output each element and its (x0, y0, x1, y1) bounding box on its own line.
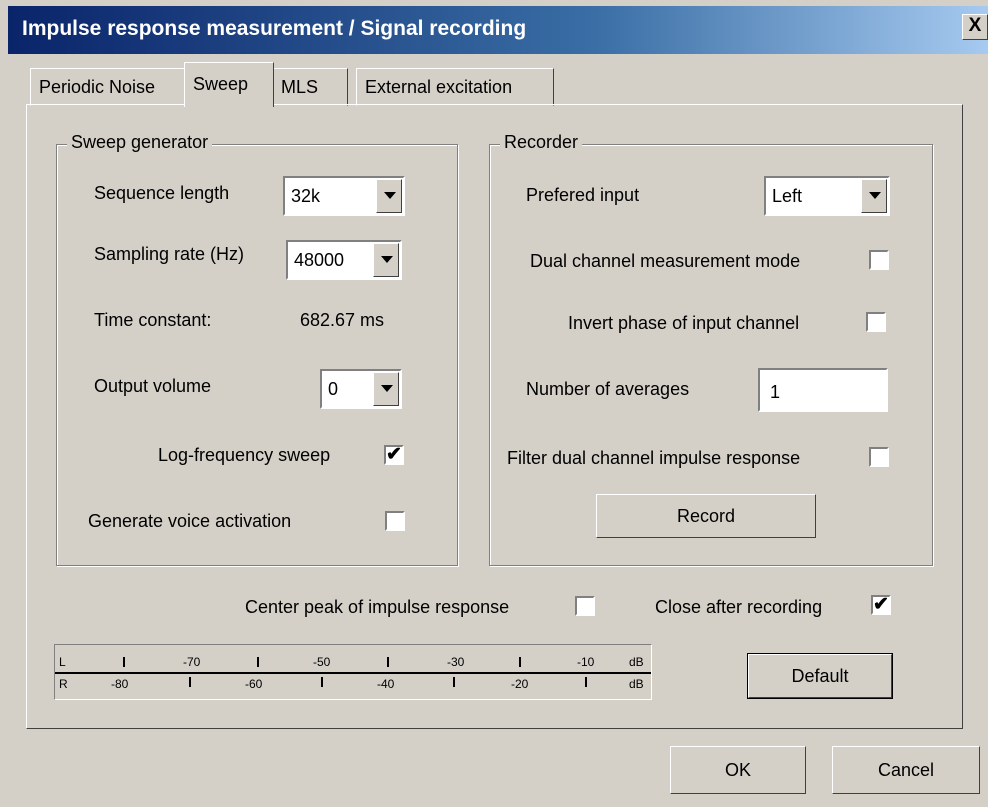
meter-tick (387, 657, 389, 667)
dialog-window: Impulse response measurement / Signal re… (0, 0, 988, 807)
meter-top-label: -10 (577, 655, 595, 669)
voice-activation-checkbox[interactable] (385, 511, 405, 531)
cancel-button[interactable]: Cancel (832, 746, 980, 794)
meter-top-label: -50 (313, 655, 331, 669)
tab-label: External excitation (365, 77, 513, 97)
log-sweep-label: Log-frequency sweep (158, 445, 331, 465)
sequence-length-label: Sequence length (94, 183, 230, 203)
dual-channel-label: Dual channel measurement mode (530, 251, 801, 271)
meter-bottom-label: -60 (245, 677, 263, 691)
meter-tick (189, 677, 191, 687)
meter-divider (55, 672, 651, 674)
meter-bottom-unit: dB (629, 677, 644, 691)
time-constant-label: Time constant: (94, 310, 212, 330)
group-title: Recorder (500, 132, 583, 153)
prefered-input-value: Left (772, 186, 803, 206)
sequence-length-select[interactable]: 32k (283, 176, 405, 216)
averages-value: 1 (770, 382, 781, 402)
meter-top-label: -70 (183, 655, 201, 669)
sampling-rate-value: 48000 (294, 250, 345, 270)
output-volume-label: Output volume (94, 376, 212, 396)
averages-label: Number of averages (526, 379, 690, 399)
tab-label: MLS (281, 77, 319, 97)
tab-label: Periodic Noise (39, 77, 156, 97)
tab-mls[interactable]: MLS (272, 68, 348, 106)
tab-sweep[interactable]: Sweep (184, 62, 274, 107)
tab-label: Sweep (193, 74, 249, 94)
invert-phase-checkbox[interactable] (866, 312, 886, 332)
meter-top-unit: dB (629, 655, 644, 669)
tab-external-excitation[interactable]: External excitation (356, 68, 554, 106)
log-sweep-checkbox[interactable]: ✔ (384, 445, 404, 465)
meter-bottom-label: -40 (377, 677, 395, 691)
meter-tick (123, 657, 125, 667)
meter-channel-left: L (59, 655, 66, 669)
close-button[interactable]: X (962, 14, 988, 40)
chevron-down-icon[interactable] (376, 179, 402, 213)
center-peak-label: Center peak of impulse response (245, 597, 510, 617)
title-bar: Impulse response measurement / Signal re… (8, 6, 988, 54)
meter-bottom-label: -20 (511, 677, 529, 691)
ok-button[interactable]: OK (670, 746, 806, 794)
sampling-rate-label: Sampling rate (Hz) (94, 244, 245, 264)
chevron-down-icon[interactable] (373, 243, 399, 277)
filter-dual-label: Filter dual channel impulse response (507, 448, 801, 468)
invert-phase-label: Invert phase of input channel (568, 313, 800, 333)
dual-channel-checkbox[interactable] (869, 250, 889, 270)
meter-channel-right: R (59, 677, 68, 691)
tab-periodic-noise[interactable]: Periodic Noise (30, 68, 188, 106)
level-meter: L R -70 -50 -30 -10 dB -80 -60 -40 -20 d… (54, 644, 652, 700)
voice-activation-label: Generate voice activation (88, 511, 292, 531)
sequence-length-value: 32k (291, 186, 321, 206)
default-button[interactable]: Default (747, 653, 893, 699)
sampling-rate-select[interactable]: 48000 (286, 240, 402, 280)
window-title: Impulse response measurement / Signal re… (22, 17, 527, 40)
close-after-label: Close after recording (655, 597, 823, 617)
output-volume-value: 0 (328, 379, 339, 399)
filter-dual-checkbox[interactable] (869, 447, 889, 467)
meter-top-label: -30 (447, 655, 465, 669)
record-button[interactable]: Record (596, 494, 816, 538)
meter-tick (585, 677, 587, 687)
averages-input[interactable]: 1 (758, 368, 888, 412)
time-constant-value: 682.67 ms (300, 310, 385, 330)
meter-tick (453, 677, 455, 687)
meter-tick (321, 677, 323, 687)
prefered-input-label: Prefered input (526, 185, 640, 205)
chevron-down-icon[interactable] (861, 179, 887, 213)
prefered-input-select[interactable]: Left (764, 176, 890, 216)
group-title: Sweep generator (67, 132, 213, 153)
meter-tick (519, 657, 521, 667)
meter-tick (257, 657, 259, 667)
output-volume-select[interactable]: 0 (320, 369, 402, 409)
meter-bottom-label: -80 (111, 677, 129, 691)
close-after-checkbox[interactable]: ✔ (871, 595, 891, 615)
chevron-down-icon[interactable] (373, 372, 399, 406)
center-peak-checkbox[interactable] (575, 596, 595, 616)
